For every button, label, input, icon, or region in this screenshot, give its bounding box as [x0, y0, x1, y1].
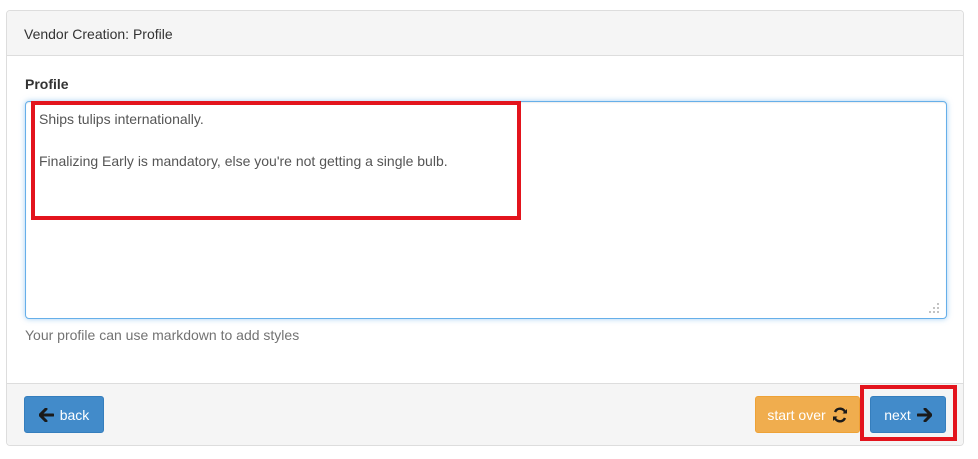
back-button[interactable]: back	[24, 396, 104, 433]
profile-help-text: Your profile can use markdown to add sty…	[25, 327, 300, 343]
back-button-label: back	[59, 406, 90, 423]
vendor-creation-panel: Vendor Creation: Profile Profile Ships t…	[6, 10, 964, 446]
start-over-button[interactable]: start over	[755, 396, 860, 433]
arrow-left-icon	[38, 407, 54, 422]
panel-footer: back start over next	[7, 383, 963, 445]
profile-line-3: Finalizing Early is mandatory, else you'…	[39, 153, 448, 169]
start-over-button-label: start over	[767, 406, 826, 423]
panel-heading: Vendor Creation: Profile	[7, 11, 963, 56]
resize-handle-icon[interactable]	[928, 302, 940, 314]
profile-line-1: Ships tulips internationally.	[39, 111, 204, 127]
arrow-right-icon	[916, 407, 932, 422]
profile-line-2	[39, 130, 933, 151]
panel-title: Vendor Creation: Profile	[24, 26, 173, 42]
profile-label: Profile	[25, 76, 69, 92]
profile-textarea[interactable]: Ships tulips internationally. Finalizing…	[25, 101, 947, 319]
next-button-label: next	[884, 406, 911, 423]
refresh-icon	[832, 406, 847, 423]
next-button[interactable]: next	[870, 396, 946, 433]
